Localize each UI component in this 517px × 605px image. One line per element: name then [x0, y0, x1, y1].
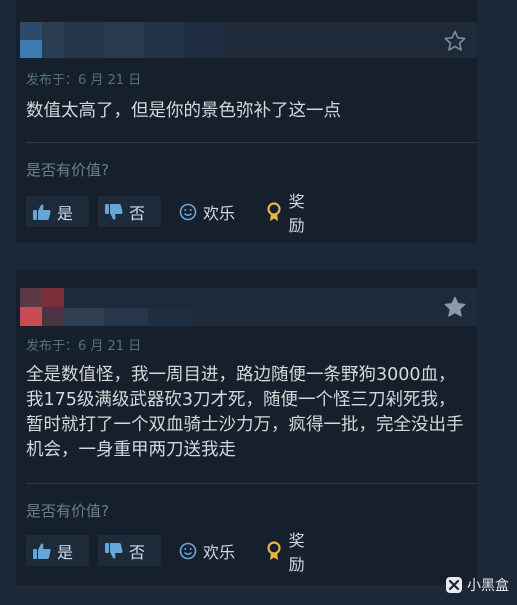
blurred-username — [148, 308, 192, 326]
review-text: 全是数值怪，我一周目进，路边随便一条野狗3000血，我175级满级武器砍3刀才死… — [26, 365, 464, 460]
vote-funny-label: 欢乐 — [203, 542, 236, 562]
posted-date: 发布于：6 月 21 日 — [26, 73, 142, 88]
award-button[interactable]: 奖励 — [258, 531, 328, 574]
vote-funny-button[interactable]: 欢乐 — [172, 535, 246, 566]
vote-no-label: 否 — [129, 542, 146, 562]
award-label: 奖励 — [288, 530, 305, 574]
review-author-bar[interactable] — [20, 288, 477, 326]
review-card: 发布于：6 月 21 日 全是数值怪，我一周目进，路边随便一条野狗3000血，我… — [16, 270, 477, 585]
helpful-question: 是否有价值? — [26, 502, 109, 520]
vote-yes-label: 是 — [57, 542, 74, 562]
avatar-pixel — [20, 40, 42, 58]
blurred-username — [184, 22, 224, 58]
review-card: 发布于：6 月 21 日 数值太高了，但是你的景色弥补了这一点 是否有价值? 是… — [16, 0, 477, 243]
thumbs-down-icon — [104, 202, 124, 222]
thumbs-down-icon — [104, 541, 124, 561]
vote-funny-button[interactable]: 欢乐 — [172, 196, 246, 227]
award-icon — [264, 540, 284, 561]
vote-funny-label: 欢乐 — [203, 203, 236, 223]
avatar-pixel — [42, 288, 64, 307]
blurred-username — [104, 22, 144, 58]
award-button[interactable]: 奖励 — [258, 192, 328, 235]
avatar-pixel — [20, 307, 42, 326]
blurred-username — [64, 308, 104, 326]
vote-yes-button[interactable]: 是 — [26, 196, 89, 227]
blurred-username — [144, 22, 184, 58]
award-label: 奖励 — [288, 191, 305, 235]
review-author-bar[interactable] — [20, 22, 477, 58]
award-icon — [264, 201, 284, 222]
heybox-logo-icon — [445, 576, 463, 594]
thumbs-up-icon — [32, 202, 52, 222]
thumbs-up-icon — [32, 541, 52, 561]
smiley-icon — [178, 541, 198, 561]
watermark: 小黑盒 — [445, 575, 509, 595]
posted-date: 发布于：6 月 21 日 — [26, 339, 142, 354]
divider — [26, 483, 477, 484]
star-icon[interactable] — [443, 295, 467, 319]
vote-yes-label: 是 — [57, 203, 74, 223]
blurred-username — [104, 308, 148, 326]
avatar-pixel — [42, 307, 64, 326]
blurred-username — [42, 22, 64, 58]
vote-no-label: 否 — [129, 203, 146, 223]
watermark-text: 小黑盒 — [467, 578, 509, 594]
review-text: 数值太高了，但是你的景色弥补了这一点 — [26, 101, 341, 121]
blurred-username — [64, 22, 104, 58]
divider — [26, 142, 477, 143]
smiley-icon — [178, 202, 198, 222]
helpful-question: 是否有价值? — [26, 161, 109, 179]
star-icon[interactable] — [443, 29, 467, 53]
vote-no-button[interactable]: 否 — [98, 196, 161, 227]
vote-no-button[interactable]: 否 — [98, 535, 161, 566]
avatar[interactable] — [20, 288, 42, 307]
vote-yes-button[interactable]: 是 — [26, 535, 89, 566]
